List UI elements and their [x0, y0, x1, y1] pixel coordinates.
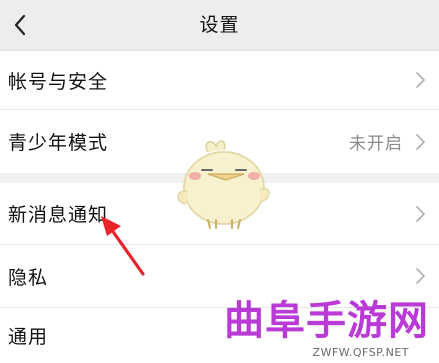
page-title: 设置	[199, 14, 240, 36]
watermark-title: 曲阜手游网	[224, 298, 429, 344]
red-arrow-icon	[101, 216, 145, 276]
chevron-right-icon	[416, 133, 425, 150]
watermark-url: ZWFW.QFSP.NET	[312, 346, 409, 359]
setting-row-account-security[interactable]: 帐号与安全	[0, 51, 439, 109]
setting-value: 未开启	[349, 134, 403, 154]
setting-label: 帐号与安全	[8, 70, 109, 93]
nav-bar: 设置	[0, 0, 439, 51]
chevron-right-icon	[416, 72, 425, 88]
chevron-right-icon	[416, 205, 425, 222]
setting-label: 新消息通知	[8, 204, 109, 226]
setting-label: 隐私	[8, 266, 49, 289]
chevron-right-icon	[416, 268, 425, 284]
setting-label: 青少年模式	[8, 132, 109, 154]
setting-label: 通用	[8, 326, 49, 348]
settings-screen: 设置 帐号与安全 青少年模式 未开启 新消息通知 隐私 通用 曲阜手游网 ZWF…	[0, 0, 439, 363]
chick-mascot-icon	[177, 140, 270, 229]
